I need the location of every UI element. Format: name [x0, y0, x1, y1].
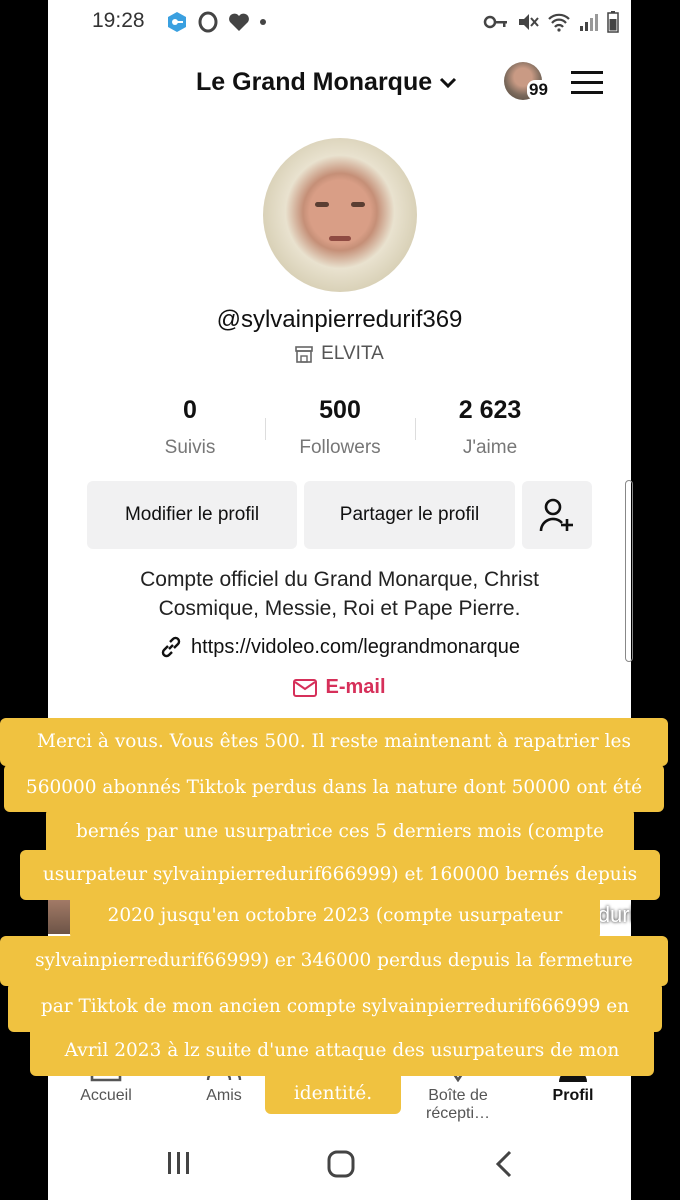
heart-icon	[229, 13, 249, 31]
vpn-key-icon	[168, 12, 186, 32]
mail-icon	[293, 678, 318, 697]
signal-icon	[580, 14, 598, 31]
caption-line: identité.	[265, 1068, 401, 1114]
recent-apps-icon[interactable]	[166, 1150, 192, 1176]
stat-value: 500	[319, 396, 361, 424]
status-bar: 19:28	[48, 0, 631, 42]
caption-line: 2020 jusqu'en octobre 2023 (compte usurp…	[70, 892, 600, 940]
stat-value: 0	[183, 396, 197, 424]
profile-header: Le Grand Monarque 99	[48, 52, 631, 112]
avatar-eye	[315, 202, 329, 207]
caption-line: par Tiktok de mon ancien compte sylvainp…	[8, 982, 662, 1032]
caption-line: sylvainpierredurif66999) er 346000 perdu…	[0, 936, 668, 986]
menu-icon[interactable]	[570, 70, 604, 96]
notification-count-badge: 99	[527, 80, 550, 100]
nav-label: Profil	[552, 1087, 594, 1104]
battery-icon	[607, 11, 619, 33]
stat-following[interactable]: 0 Suivis	[120, 396, 260, 459]
chevron-down-icon	[440, 77, 457, 88]
nav-label: Amis	[206, 1087, 242, 1104]
wifi-icon	[548, 13, 570, 32]
account-name: Le Grand Monarque	[196, 68, 433, 96]
stat-followers[interactable]: 500 Followers	[270, 396, 410, 459]
bio-line: Cosmique, Messie, Roi et Pape Pierre.	[158, 597, 521, 620]
stat-likes[interactable]: 2 623 J'aime	[420, 396, 560, 459]
share-profile-button[interactable]: Partager le profil	[304, 481, 515, 549]
caption-line: bernés par une usurpatrice ces 5 dernier…	[46, 808, 634, 856]
stat-value: 2 623	[458, 396, 522, 424]
add-user-icon	[539, 498, 573, 532]
profile-username: @sylvainpierredurif369	[216, 306, 463, 333]
shop-label: ELVITA	[321, 343, 384, 364]
email-button[interactable]: E-mail	[48, 676, 631, 699]
profile-avatar[interactable]	[263, 138, 417, 292]
stat-divider	[415, 418, 416, 440]
key-icon	[483, 15, 507, 29]
website-url: https://vidoleo.com/legrandmonarque	[190, 635, 521, 658]
profile-bio: Compte officiel du Grand Monarque, Chris…	[48, 565, 631, 623]
stat-label: J'aime	[462, 437, 518, 458]
account-switcher[interactable]: Le Grand Monarque	[196, 68, 458, 97]
status-icons-left	[166, 11, 266, 33]
nav-label: Accueil	[80, 1087, 132, 1104]
caption-line: Merci à vous. Vous êtes 500. Il reste ma…	[0, 718, 668, 766]
email-label: E-mail	[325, 676, 386, 698]
edit-profile-button[interactable]: Modifier le profil	[87, 481, 297, 549]
caption-line: 560000 abonnés Tiktok perdus dans la nat…	[4, 764, 664, 812]
avatar-eye	[351, 202, 365, 207]
dot-icon	[260, 19, 266, 25]
opera-icon	[198, 11, 218, 33]
stat-label: Suivis	[164, 437, 216, 458]
avatar-mouth	[329, 236, 351, 241]
shop-link[interactable]: ELVITA	[48, 343, 631, 365]
stat-divider	[265, 418, 266, 440]
status-time: 19:28	[92, 9, 145, 32]
back-icon[interactable]	[494, 1150, 514, 1178]
add-friend-button[interactable]	[522, 481, 592, 549]
profile-website-link[interactable]: https://vidoleo.com/legrandmonarque	[48, 635, 631, 659]
home-button-icon[interactable]	[327, 1150, 355, 1178]
nav-label: Boîte de récepti…	[425, 1087, 491, 1122]
stat-label: Followers	[299, 437, 381, 458]
status-icons-right	[483, 11, 619, 33]
shop-icon	[295, 346, 313, 363]
link-icon	[161, 636, 181, 658]
system-nav-bar	[48, 1130, 631, 1200]
scrollbar[interactable]	[625, 480, 633, 662]
bio-line: Compte officiel du Grand Monarque, Chris…	[140, 568, 539, 591]
mute-icon	[519, 14, 539, 30]
